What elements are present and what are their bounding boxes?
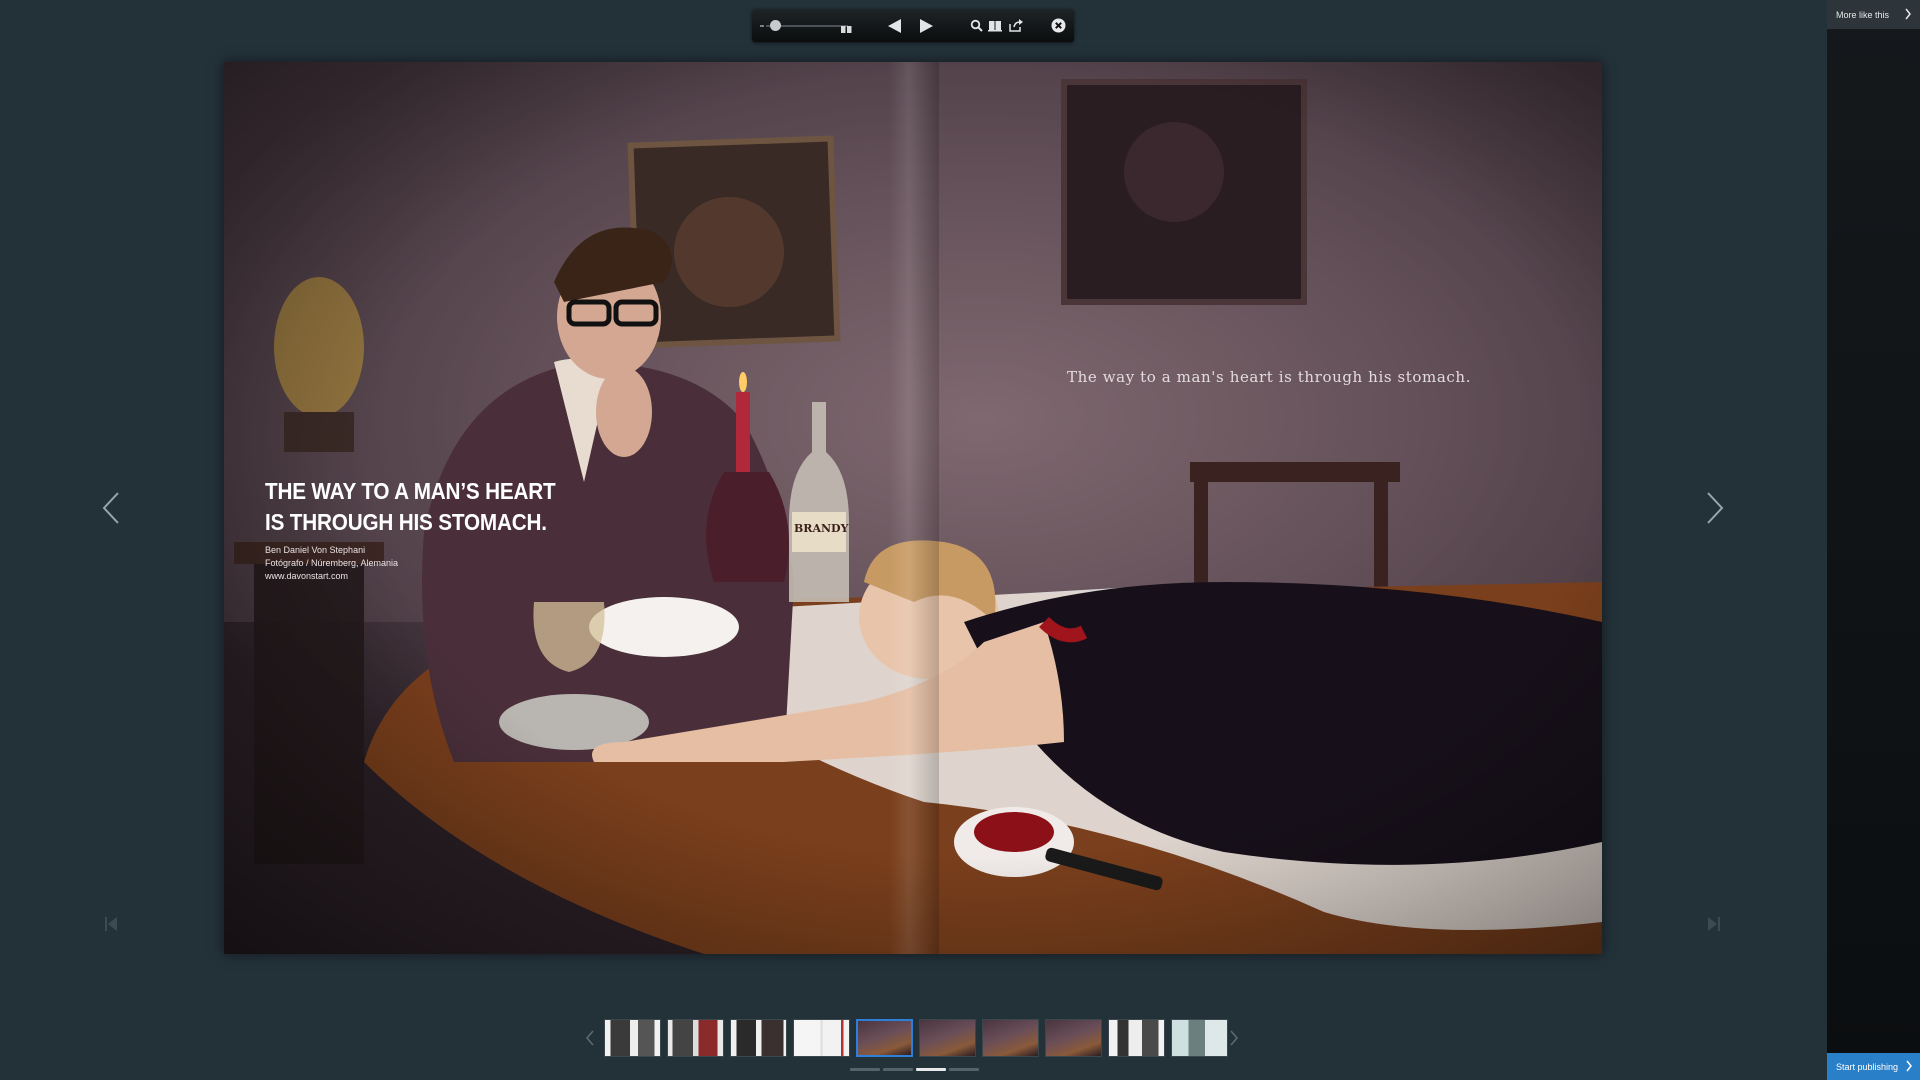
thumbnail-page[interactable] (793, 1019, 850, 1057)
thumbnail-page[interactable] (919, 1019, 976, 1057)
start-publishing-label: Start publishing (1836, 1062, 1899, 1072)
more-like-this-button[interactable]: More like this (1827, 0, 1920, 29)
thumbnail-page[interactable] (604, 1019, 661, 1057)
credit-url: www.davonstart.com (265, 571, 349, 581)
thumbnail-page[interactable] (667, 1019, 724, 1057)
next-spread-arrow-icon[interactable] (1704, 490, 1726, 526)
zoom-slider-handle[interactable] (770, 20, 781, 31)
search-icon[interactable] (970, 19, 983, 32)
photo-credits: Ben Daniel Von Stephani Fotógrafo / Núre… (265, 544, 398, 583)
more-like-this-label: More like this (1836, 10, 1890, 20)
thumbnails-prev-icon[interactable] (584, 1028, 596, 1048)
page-headline: THE WAY TO A MAN’S HEART IS THROUGH HIS … (265, 476, 562, 538)
page-progress-segment (850, 1068, 880, 1071)
headline-line-2: IS THROUGH HIS STOMACH. (265, 509, 547, 535)
zoom-max-icon[interactable] (841, 21, 852, 33)
share-icon[interactable] (1009, 19, 1023, 32)
headline-line-1: THE WAY TO A MAN’S HEART (265, 478, 556, 504)
thumbnail-page[interactable] (730, 1019, 787, 1057)
thumbnails-next-icon[interactable] (1228, 1028, 1240, 1048)
pages-icon[interactable] (988, 19, 1002, 32)
viewer-toolbar (752, 9, 1074, 42)
previous-page-icon[interactable] (886, 17, 904, 35)
previous-spread-arrow-icon[interactable] (100, 490, 122, 526)
thumbnail-page-current[interactable] (856, 1019, 913, 1057)
credit-name: Ben Daniel Von Stephani (265, 545, 366, 555)
credit-role: Fotógrafo / Núremberg, Alemania (265, 558, 399, 568)
thumbnail-page[interactable] (982, 1019, 1039, 1057)
bottle-label: BRANDY (794, 522, 849, 535)
first-page-icon[interactable] (104, 916, 118, 932)
start-publishing-button[interactable]: Start publishing (1827, 1053, 1920, 1080)
next-page-icon[interactable] (917, 17, 935, 35)
chevron-right-icon (1904, 7, 1912, 21)
zoom-out-indicator (760, 25, 764, 27)
page-tagline: The way to a man's heart is through his … (1067, 368, 1472, 386)
magazine-spread[interactable]: THE WAY TO A MAN’S HEART IS THROUGH HIS … (224, 62, 1602, 954)
page-progress-segment-current (916, 1068, 946, 1071)
thumbnail-page[interactable] (1045, 1019, 1102, 1057)
page-progress-segment (883, 1068, 913, 1071)
thumbnail-page[interactable] (1171, 1019, 1228, 1057)
close-icon[interactable] (1051, 18, 1066, 33)
page-progress-segment (949, 1068, 979, 1071)
thumbnail-page[interactable] (1108, 1019, 1165, 1057)
right-sidebar (1827, 0, 1920, 1080)
last-page-icon[interactable] (1707, 916, 1721, 932)
chevron-right-icon (1905, 1059, 1913, 1073)
